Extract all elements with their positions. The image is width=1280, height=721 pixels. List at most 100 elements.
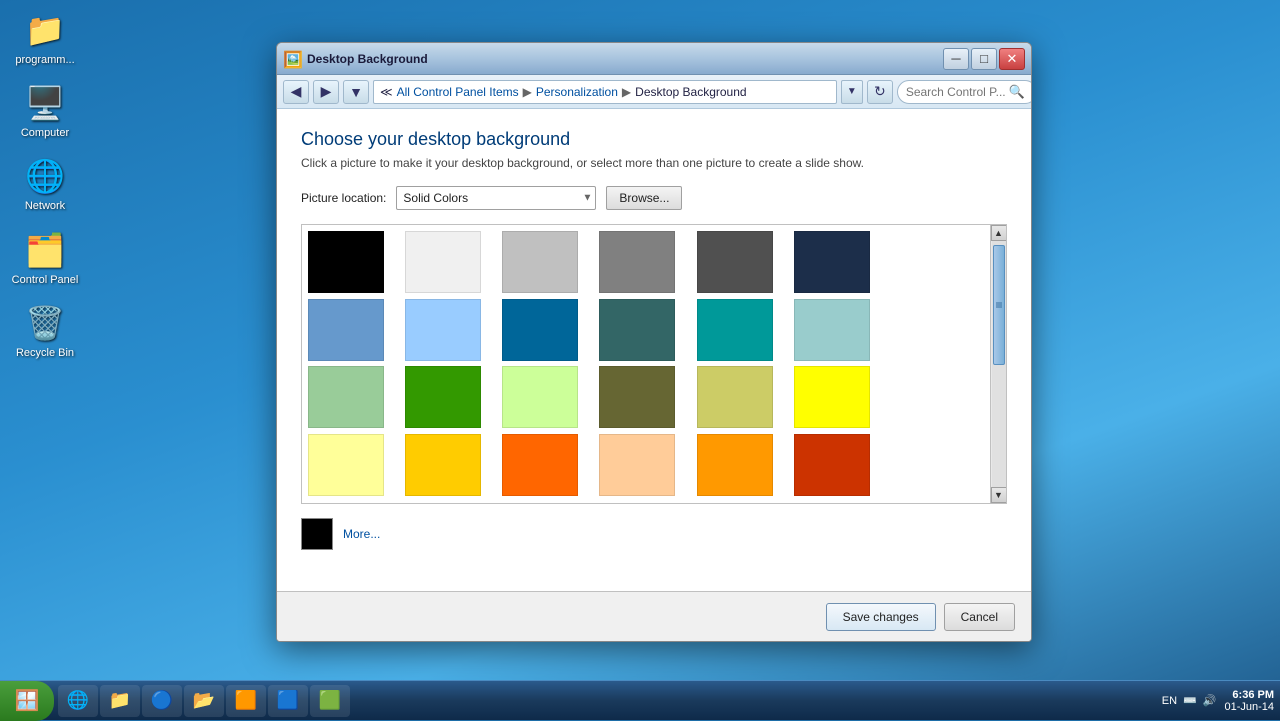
more-color-swatch[interactable] xyxy=(301,518,333,550)
tray-icon-1: ⌨️ xyxy=(1183,694,1197,707)
window-content: Choose your desktop background Click a p… xyxy=(277,109,1031,641)
desktop-icon-control-panel[interactable]: 🗂️ Control Panel xyxy=(10,230,80,287)
color-swatch[interactable] xyxy=(502,366,578,428)
taskbar-item-prog1[interactable]: 🟧 xyxy=(226,685,266,717)
color-grid-container: ▲ ▼ xyxy=(301,224,1007,504)
color-swatch[interactable] xyxy=(697,299,773,361)
scroll-thumb-lines xyxy=(996,305,1002,306)
maximize-button[interactable]: □ xyxy=(971,48,997,70)
tray-locale: EN xyxy=(1162,695,1177,707)
desktop-icon-programm[interactable]: 📁 programm... xyxy=(10,10,80,67)
color-swatch[interactable] xyxy=(308,366,384,428)
color-swatch[interactable] xyxy=(794,299,870,361)
desktop-icon-label: Network xyxy=(25,200,65,213)
color-swatch[interactable] xyxy=(308,434,384,496)
clock-date: 01-Jun-14 xyxy=(1224,701,1274,713)
address-bar: ◀ ▶ ▼ ≪ All Control Panel Items ▶ Person… xyxy=(277,75,1031,109)
taskbar-item-files[interactable]: 📂 xyxy=(184,685,224,717)
desktop-background-window: 🖼️ Desktop Background ─ □ ✕ ◀ ▶ ▼ ≪ All … xyxy=(276,42,1032,642)
taskbar-tray: EN ⌨️ 🔊 xyxy=(1154,694,1225,707)
control-panel-icon: 🗂️ xyxy=(25,230,65,270)
color-swatch[interactable] xyxy=(599,366,675,428)
location-dropdown-wrapper: Solid Colors ▼ xyxy=(396,186,596,210)
clock-time: 6:36 PM xyxy=(1224,689,1274,701)
desktop-icon-network[interactable]: 🌐 Network xyxy=(10,156,80,213)
color-swatch[interactable] xyxy=(599,299,675,361)
color-swatch[interactable] xyxy=(697,366,773,428)
desktop-icon-label: Control Panel xyxy=(12,274,79,287)
color-swatch[interactable] xyxy=(794,231,870,293)
page-title: Choose your desktop background xyxy=(301,129,1007,150)
color-swatch[interactable] xyxy=(405,434,481,496)
color-swatch[interactable] xyxy=(794,366,870,428)
recent-pages-button[interactable]: ▼ xyxy=(343,80,369,104)
desktop-icon-recycle-bin[interactable]: 🗑️ Recycle Bin xyxy=(10,303,80,360)
back-button[interactable]: ◀ xyxy=(283,80,309,104)
desktop: 📁 programm... 🖥️ Computer 🌐 Network 🗂️ C… xyxy=(0,0,1280,720)
scroll-track[interactable] xyxy=(992,241,1006,487)
breadcrumb-link-control-panel[interactable]: All Control Panel Items xyxy=(397,85,519,99)
color-swatch[interactable] xyxy=(599,434,675,496)
title-bar-buttons: ─ □ ✕ xyxy=(943,48,1025,70)
taskbar-items: 🌐 📁 🔵 📂 🟧 🟦 🟩 xyxy=(58,685,1154,717)
title-bar: 🖼️ Desktop Background ─ □ ✕ xyxy=(277,43,1031,75)
taskbar-item-prog3[interactable]: 🟩 xyxy=(310,685,350,717)
color-swatch[interactable] xyxy=(502,231,578,293)
close-button[interactable]: ✕ xyxy=(999,48,1025,70)
color-swatch[interactable] xyxy=(697,231,773,293)
color-swatch[interactable] xyxy=(405,366,481,428)
desktop-icon-label: programm... xyxy=(15,54,74,67)
page-subtitle: Click a picture to make it your desktop … xyxy=(301,156,1007,170)
breadcrumb-current: Desktop Background xyxy=(635,85,746,99)
color-swatch[interactable] xyxy=(502,299,578,361)
dropdown-arrow-button[interactable]: ▼ xyxy=(841,80,863,104)
color-swatch[interactable] xyxy=(405,299,481,361)
color-swatch[interactable] xyxy=(697,434,773,496)
taskbar-item-prog2[interactable]: 🟦 xyxy=(268,685,308,717)
browse-button[interactable]: Browse... xyxy=(606,186,682,210)
desktop-icon-label: Recycle Bin xyxy=(16,347,74,360)
folder-icon: 📁 xyxy=(25,10,65,50)
vertical-scrollbar[interactable]: ▲ ▼ xyxy=(990,225,1006,503)
color-grid xyxy=(302,225,990,503)
forward-button[interactable]: ▶ xyxy=(313,80,339,104)
network-icon: 🌐 xyxy=(25,156,65,196)
taskbar-clock[interactable]: 6:36 PM 01-Jun-14 xyxy=(1224,689,1280,713)
desktop-icons: 📁 programm... 🖥️ Computer 🌐 Network 🗂️ C… xyxy=(0,0,90,370)
tray-icon-2: 🔊 xyxy=(1203,694,1217,707)
color-swatch[interactable] xyxy=(308,231,384,293)
minimize-button[interactable]: ─ xyxy=(943,48,969,70)
location-dropdown[interactable]: Solid Colors xyxy=(396,186,596,210)
more-color-row: More... xyxy=(301,518,1007,550)
breadcrumb-separator: ▶ xyxy=(523,85,532,99)
location-label: Picture location: xyxy=(301,191,386,205)
scroll-down-button[interactable]: ▼ xyxy=(991,487,1007,503)
scroll-thumb[interactable] xyxy=(993,245,1005,365)
window-icon: 🖼️ xyxy=(283,50,301,68)
refresh-button[interactable]: ↻ xyxy=(867,80,893,104)
color-swatch[interactable] xyxy=(405,231,481,293)
search-icon[interactable]: 🔍 xyxy=(1009,84,1025,100)
taskbar-item-chrome[interactable]: 🔵 xyxy=(142,685,182,717)
color-swatch[interactable] xyxy=(502,434,578,496)
taskbar-item-ie[interactable]: 🌐 xyxy=(58,685,98,717)
color-swatch[interactable] xyxy=(599,231,675,293)
window-title: Desktop Background xyxy=(307,52,943,66)
scroll-up-button[interactable]: ▲ xyxy=(991,225,1007,241)
location-row: Picture location: Solid Colors ▼ Browse.… xyxy=(301,186,1007,210)
cancel-button[interactable]: Cancel xyxy=(944,603,1015,631)
start-button[interactable]: 🪟 xyxy=(0,681,54,721)
taskbar-item-folder[interactable]: 📁 xyxy=(100,685,140,717)
save-changes-button[interactable]: Save changes xyxy=(826,603,936,631)
breadcrumb: ≪ All Control Panel Items ▶ Personalizat… xyxy=(373,80,837,104)
desktop-icon-computer[interactable]: 🖥️ Computer xyxy=(10,83,80,140)
breadcrumb-item: ≪ xyxy=(380,85,393,99)
desktop-icon-label: Computer xyxy=(21,127,69,140)
color-swatch[interactable] xyxy=(308,299,384,361)
computer-icon: 🖥️ xyxy=(25,83,65,123)
window-footer: Save changes Cancel xyxy=(277,591,1031,641)
more-link[interactable]: More... xyxy=(343,527,380,541)
breadcrumb-link-personalization[interactable]: Personalization xyxy=(536,85,618,99)
empty-swatch xyxy=(891,299,967,361)
color-swatch[interactable] xyxy=(794,434,870,496)
